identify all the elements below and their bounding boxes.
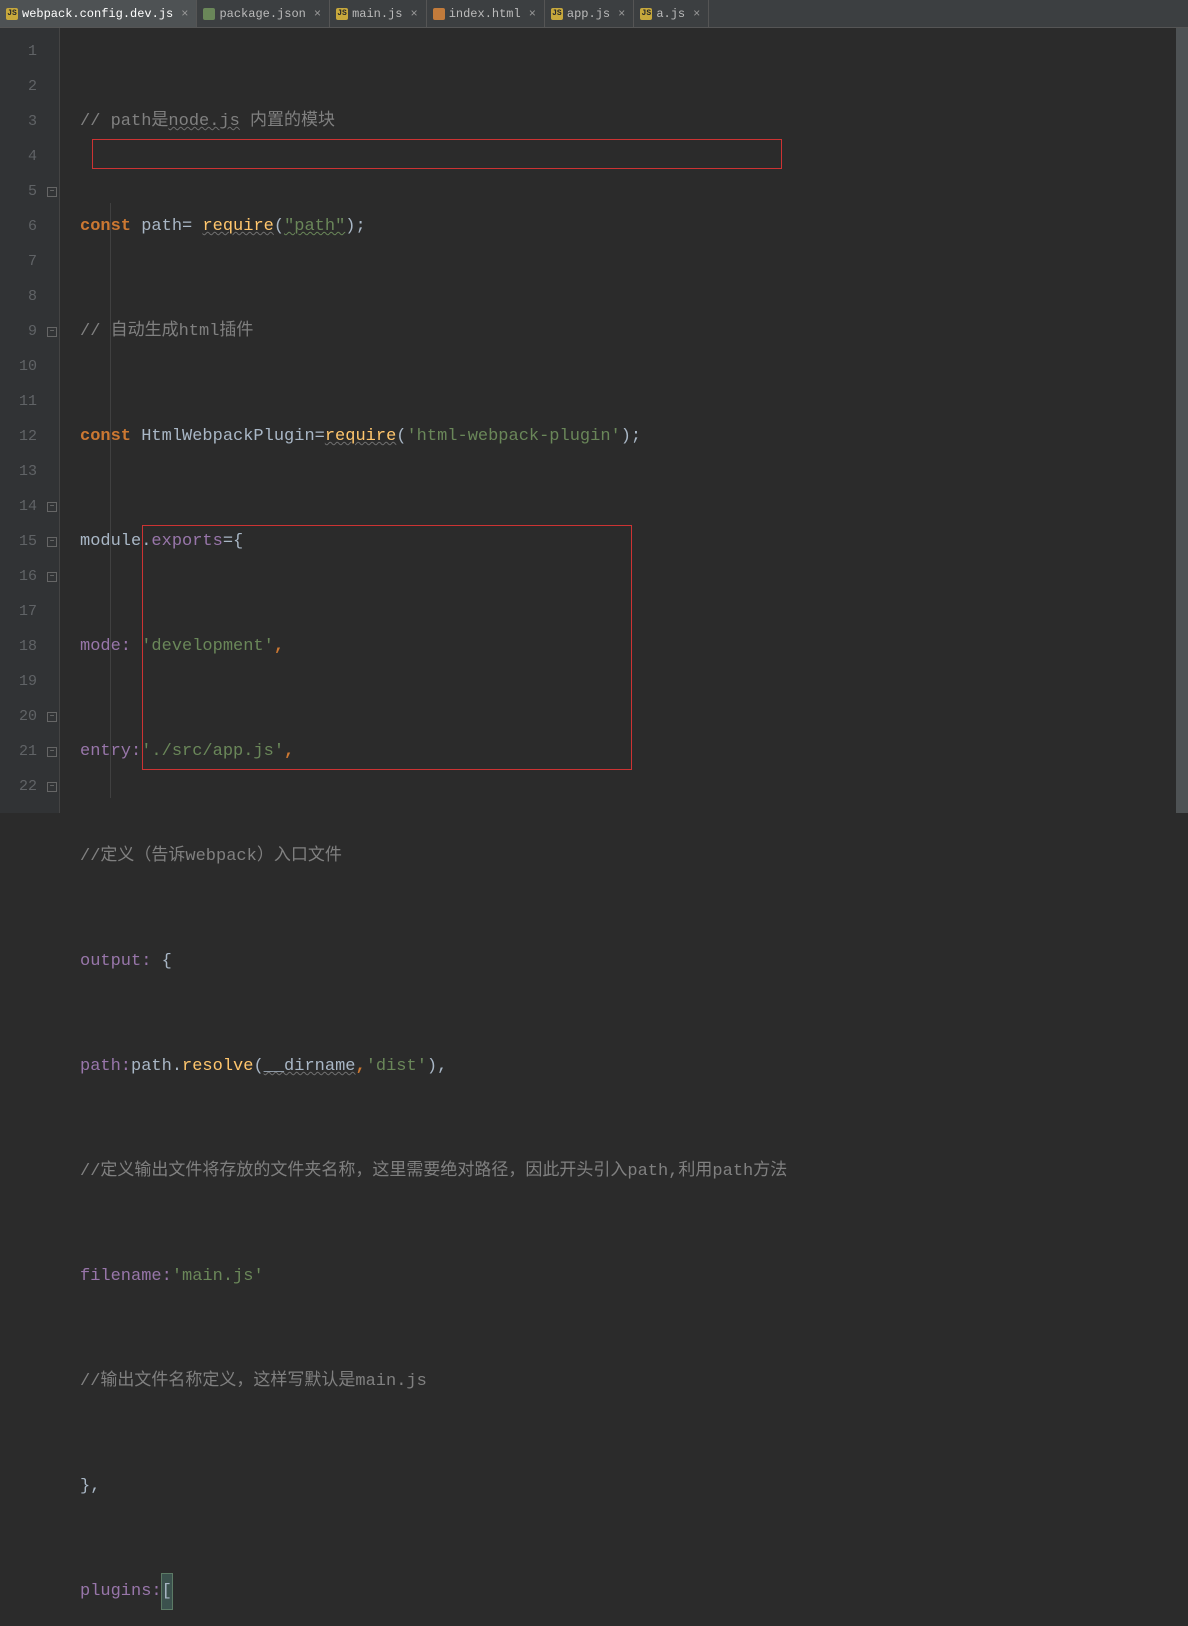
code-line[interactable]: const path= require("path"); bbox=[60, 209, 1188, 244]
line-number: 8 bbox=[0, 279, 59, 314]
close-icon[interactable]: × bbox=[693, 7, 700, 21]
code-area[interactable]: // path是node.js 内置的模块 const path= requir… bbox=[60, 28, 1188, 813]
line-number: 1 bbox=[0, 34, 59, 69]
code-line[interactable]: //定义输出文件将存放的文件夹名称，这里需要绝对路径，因此开头引入path,利用… bbox=[60, 1154, 1188, 1189]
fold-icon[interactable]: − bbox=[47, 537, 57, 547]
fold-icon[interactable]: − bbox=[47, 327, 57, 337]
highlight-box bbox=[92, 139, 782, 169]
scrollbar-thumb[interactable] bbox=[1176, 28, 1188, 813]
close-icon[interactable]: × bbox=[618, 7, 625, 21]
line-number: 15− bbox=[0, 524, 59, 559]
line-number: 20− bbox=[0, 699, 59, 734]
code-line[interactable]: // path是node.js 内置的模块 bbox=[60, 104, 1188, 139]
code-line[interactable]: // 自动生成html插件 bbox=[60, 314, 1188, 349]
line-number: 5− bbox=[0, 174, 59, 209]
tab-index-html[interactable]: index.html × bbox=[427, 0, 545, 27]
js-icon: JS bbox=[336, 8, 348, 20]
fold-icon[interactable]: − bbox=[47, 712, 57, 722]
code-line[interactable]: plugins:[ bbox=[60, 1574, 1188, 1609]
tab-a-js[interactable]: JS a.js × bbox=[634, 0, 709, 27]
code-line[interactable]: filename:'main.js' bbox=[60, 1259, 1188, 1294]
fold-icon[interactable]: − bbox=[47, 747, 57, 757]
tab-package-json[interactable]: package.json × bbox=[197, 0, 330, 27]
line-number: 11 bbox=[0, 384, 59, 419]
tab-app-js[interactable]: JS app.js × bbox=[545, 0, 634, 27]
line-number: 7 bbox=[0, 244, 59, 279]
tab-label: webpack.config.dev.js bbox=[22, 7, 173, 21]
line-number: 10 bbox=[0, 349, 59, 384]
line-number-gutter: 1 2 3 4 5− 6 7 8 9− 10 11 12 13 14− 15− … bbox=[0, 28, 60, 813]
code-line[interactable]: path:path.resolve(__dirname,'dist'), bbox=[60, 1049, 1188, 1084]
line-number: 2 bbox=[0, 69, 59, 104]
tab-label: main.js bbox=[352, 7, 402, 21]
code-line[interactable]: const HtmlWebpackPlugin=require('html-we… bbox=[60, 419, 1188, 454]
fold-icon[interactable]: − bbox=[47, 502, 57, 512]
vertical-scrollbar[interactable] bbox=[1176, 28, 1188, 813]
code-line[interactable]: //定义（告诉webpack）入口文件 bbox=[60, 839, 1188, 874]
line-number: 12 bbox=[0, 419, 59, 454]
fold-icon[interactable]: − bbox=[47, 187, 57, 197]
close-icon[interactable]: × bbox=[410, 7, 417, 21]
js-icon: JS bbox=[640, 8, 652, 20]
tab-label: package.json bbox=[219, 7, 305, 21]
js-icon: JS bbox=[6, 8, 18, 20]
code-line[interactable]: module.exports={ bbox=[60, 524, 1188, 559]
tab-main-js[interactable]: JS main.js × bbox=[330, 0, 427, 27]
line-number: 14− bbox=[0, 489, 59, 524]
line-number: 17 bbox=[0, 594, 59, 629]
editor-tabs: JS webpack.config.dev.js × package.json … bbox=[0, 0, 1188, 28]
js-icon: JS bbox=[551, 8, 563, 20]
line-number: 19 bbox=[0, 664, 59, 699]
code-line[interactable]: }, bbox=[60, 1469, 1188, 1504]
html-icon bbox=[433, 8, 445, 20]
code-line[interactable]: //输出文件名称定义，这样写默认是main.js bbox=[60, 1364, 1188, 1399]
line-number: 13 bbox=[0, 454, 59, 489]
line-number: 22− bbox=[0, 769, 59, 804]
close-icon[interactable]: × bbox=[181, 7, 188, 21]
line-number: 18 bbox=[0, 629, 59, 664]
code-line[interactable]: mode: 'development', bbox=[60, 629, 1188, 664]
fold-icon[interactable]: − bbox=[47, 782, 57, 792]
code-line[interactable]: output: { bbox=[60, 944, 1188, 979]
tab-label: a.js bbox=[656, 7, 685, 21]
close-icon[interactable]: × bbox=[529, 7, 536, 21]
line-number: 9− bbox=[0, 314, 59, 349]
code-editor[interactable]: 1 2 3 4 5− 6 7 8 9− 10 11 12 13 14− 15− … bbox=[0, 28, 1188, 813]
tab-label: index.html bbox=[449, 7, 521, 21]
close-icon[interactable]: × bbox=[314, 7, 321, 21]
tab-label: app.js bbox=[567, 7, 610, 21]
indent-guide bbox=[110, 203, 111, 798]
line-number: 4 bbox=[0, 139, 59, 174]
json-icon bbox=[203, 8, 215, 20]
line-number: 21− bbox=[0, 734, 59, 769]
line-number: 3 bbox=[0, 104, 59, 139]
code-line[interactable]: entry:'./src/app.js', bbox=[60, 734, 1188, 769]
line-number: 16− bbox=[0, 559, 59, 594]
line-number: 6 bbox=[0, 209, 59, 244]
tab-webpack-config[interactable]: JS webpack.config.dev.js × bbox=[0, 0, 197, 27]
fold-icon[interactable]: − bbox=[47, 572, 57, 582]
